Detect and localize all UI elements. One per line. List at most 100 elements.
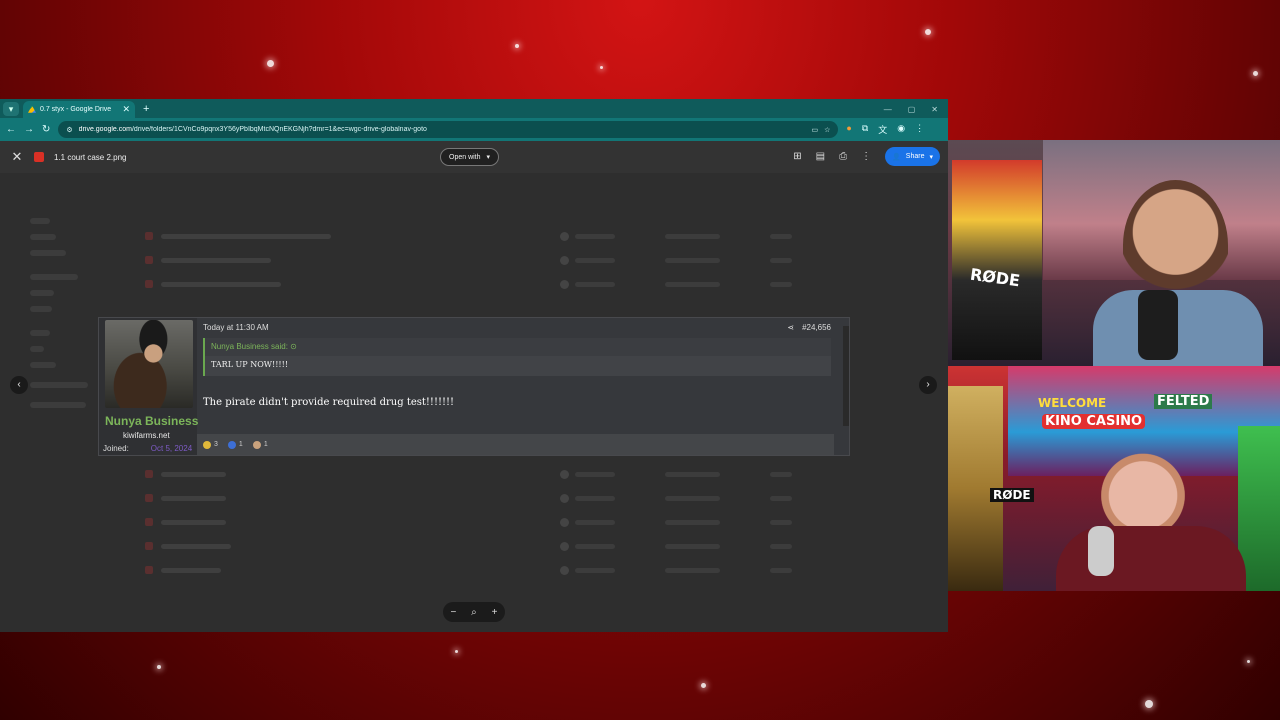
pineapple-icon — [203, 440, 211, 449]
address-bar[interactable]: ⚙ drive.google.com/drive/folders/1CVnCo9… — [58, 121, 839, 138]
sparkle — [455, 650, 458, 653]
post-number: ⋖ #24,656 — [787, 323, 831, 332]
quote-author: Nunya Business said: ⊙ — [205, 338, 831, 356]
more-actions-icon[interactable]: ⋮ — [861, 151, 871, 162]
post-user-panel: Nunya Business kiwifarms.net Joined: Oct… — [99, 318, 198, 455]
user-site: kiwifarms.net — [123, 431, 170, 440]
sparkle — [701, 683, 706, 688]
back-icon[interactable]: ← — [6, 124, 16, 135]
joined-info: Joined: Oct 5, 2024 — [103, 444, 192, 453]
list-item — [145, 279, 905, 289]
reaction-info: 1 — [227, 440, 243, 449]
file-name: 1.1 court case 2.png — [54, 152, 127, 162]
ghost-sidebar-item — [30, 234, 56, 240]
open-with-button[interactable]: Open with ▾ — [440, 148, 500, 166]
add-to-drive-icon[interactable]: ⊞ — [793, 151, 801, 162]
reload-icon[interactable]: ↻ — [42, 124, 50, 135]
tab-drive[interactable]: 0.7 styx - Google Drive ✕ — [23, 101, 135, 118]
window-close-icon[interactable]: ✕ — [931, 105, 938, 114]
ghost-sidebar-item — [30, 330, 50, 336]
forward-icon[interactable]: → — [24, 124, 34, 135]
ghost-sidebar-item — [30, 402, 86, 408]
tab-title: 0.7 styx - Google Drive — [40, 106, 112, 113]
microphone-2 — [1088, 526, 1114, 576]
browser-window: ▾ 0.7 styx - Google Drive ✕ + — ▢ ✕ ← → … — [0, 99, 948, 632]
share-post-icon: ⋖ — [787, 323, 795, 332]
menu-dots-icon[interactable]: ⋮ — [915, 123, 924, 136]
sparkle — [515, 44, 519, 48]
viewer-actions: ⊞ ▤ ⎙ ⋮ 👤 Share ▾ — [793, 147, 940, 166]
file-viewer: ✕ 1.1 court case 2.png Open with ▾ ⊞ ▤ ⎙… — [0, 141, 948, 632]
image-file-icon — [34, 152, 44, 162]
tab-search-button[interactable]: ▾ — [3, 102, 19, 116]
share-button[interactable]: 👤 Share ▾ — [885, 147, 940, 166]
quote-text: TARL UP NOW!!!!! — [205, 356, 831, 376]
profile-icon[interactable]: ◉ — [897, 123, 905, 136]
kino-casino-sign: KINO CASINO — [1042, 414, 1146, 429]
window-controls: — ▢ ✕ — [884, 105, 948, 118]
site-info-icon[interactable]: ⚙ — [66, 126, 72, 134]
list-item — [145, 517, 905, 527]
post-number-label: #24,656 — [802, 323, 831, 332]
minimize-icon[interactable]: — — [884, 105, 892, 114]
zoom-in-icon[interactable]: + — [492, 607, 498, 618]
post-body: The pirate didn't provide required drug … — [203, 397, 455, 408]
ghost-sidebar-item — [30, 382, 88, 388]
reaction-face: 1 — [252, 440, 268, 449]
forum-post-image: Nunya Business kiwifarms.net Joined: Oct… — [98, 317, 850, 456]
maximize-icon[interactable]: ▢ — [908, 105, 916, 114]
browser-toolbar: ← → ↻ ⚙ drive.google.com/drive/folders/1… — [0, 118, 948, 141]
close-viewer-icon[interactable]: ✕ — [10, 149, 24, 165]
streamer-2-shirt — [1056, 526, 1246, 591]
zoom-controls: − ⌕ + — [443, 602, 505, 622]
print-icon[interactable]: ⎙ — [839, 151, 847, 162]
info-icon — [227, 440, 236, 449]
translate-icon[interactable]: 文 — [878, 123, 887, 136]
joined-label: Joined: — [103, 444, 129, 453]
ghost-sidebar-item — [30, 250, 66, 256]
post-scrollbar — [843, 326, 849, 426]
tab-close-icon[interactable]: ✕ — [122, 104, 130, 115]
welcome-sign: WELCOME — [1038, 396, 1107, 410]
sparkle — [1247, 660, 1250, 663]
new-tab-button[interactable]: + — [143, 103, 149, 115]
felted-sign: FELTED — [1154, 394, 1213, 409]
share-label: Share — [905, 153, 925, 160]
list-item — [145, 255, 905, 265]
share-dropdown-icon[interactable]: ▾ — [929, 153, 933, 161]
post-date: Today at 11:30 AM — [203, 323, 269, 332]
zoom-search-icon[interactable]: ⌕ — [471, 607, 477, 618]
extensions: ● ⧉ 文 ◉ ⋮ — [846, 123, 924, 136]
next-file-button[interactable]: › — [919, 376, 937, 394]
sparkle — [1145, 700, 1153, 708]
chevron-down-icon: ▾ — [486, 154, 491, 161]
ghost-sidebar-item — [30, 306, 52, 312]
ghost-sidebar-item — [30, 290, 54, 296]
reactions-bar: 3 1 1 — [197, 434, 834, 455]
webcam-bottom: WELCOME KINO CASINO FELTED RØDE — [948, 366, 1280, 591]
face-icon — [252, 440, 261, 449]
list-item — [145, 541, 905, 551]
list-item — [145, 469, 905, 479]
sparkle — [1253, 71, 1258, 76]
rode-mic-sign-2: RØDE — [990, 488, 1034, 502]
arcade-machine — [952, 160, 1042, 360]
previous-file-button[interactable]: ‹ — [10, 376, 28, 394]
list-item — [145, 493, 905, 503]
drive-favicon-icon — [28, 105, 36, 113]
sparkle — [267, 60, 274, 67]
bookmark-star-icon[interactable]: ☆ — [824, 126, 830, 134]
joined-date: Oct 5, 2024 — [150, 444, 193, 453]
zoom-out-icon[interactable]: − — [450, 607, 456, 618]
sparkle — [925, 29, 931, 35]
extension-icon[interactable]: ● — [846, 123, 851, 136]
streamer-1-shirt — [1093, 290, 1263, 366]
ghost-sidebar-item — [30, 218, 50, 224]
avatar — [105, 320, 193, 408]
ghost-sidebar-item — [30, 274, 78, 280]
puzzle-icon[interactable]: ⧉ — [862, 123, 868, 136]
url-text: drive.google.com/drive/folders/1CVnCo9pq… — [78, 126, 427, 133]
comment-icon[interactable]: ▤ — [816, 151, 825, 162]
webcam-top: RØDE — [948, 140, 1280, 366]
cast-icon[interactable]: ▭ — [811, 126, 818, 134]
